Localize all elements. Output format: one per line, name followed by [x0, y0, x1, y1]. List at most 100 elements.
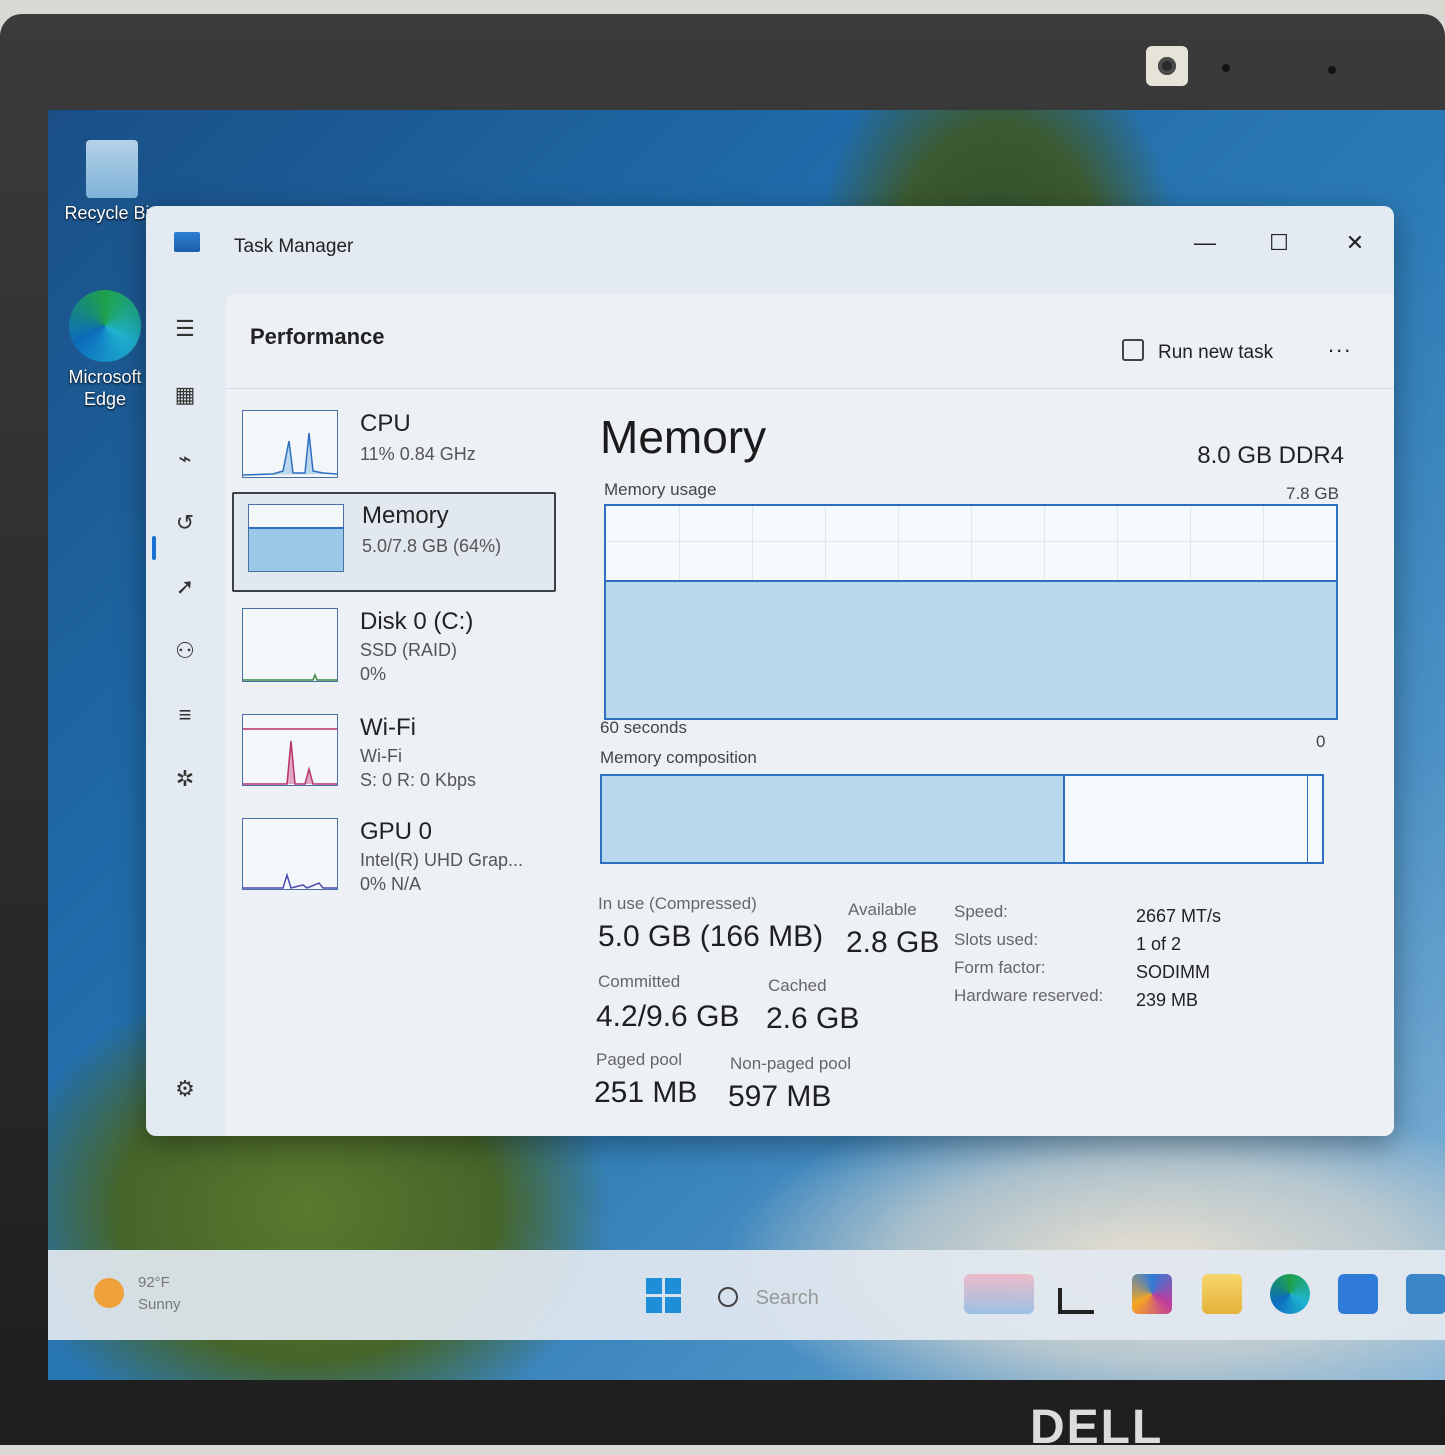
store-icon[interactable] — [1338, 1274, 1378, 1314]
desktop-icon-edge[interactable]: Microsoft Edge — [60, 290, 150, 410]
services-icon[interactable]: ✲ — [172, 766, 198, 792]
speed-label: Speed: — [954, 902, 1008, 921]
task-manager-icon — [174, 232, 200, 252]
start-button[interactable] — [646, 1278, 682, 1314]
maximize-button[interactable]: ☐ — [1264, 230, 1294, 256]
close-button[interactable]: ✕ — [1340, 230, 1370, 256]
paged-pool-value: 251 MB — [594, 1076, 698, 1109]
run-new-task-button[interactable]: Run new task — [1122, 336, 1273, 364]
weather-desc: Sunny — [138, 1296, 181, 1313]
minimize-button[interactable]: — — [1190, 230, 1220, 256]
active-indicator — [152, 536, 156, 560]
memory-usage-graph — [604, 504, 1338, 720]
wifi-sparkline — [243, 728, 337, 785]
cached-label: Cached — [768, 976, 827, 995]
sidebar-item-cpu[interactable]: CPU 11% 0.84 GHz — [226, 402, 556, 502]
startup-apps-icon[interactable]: ➚ — [172, 574, 198, 600]
disk-sparkline — [243, 672, 337, 681]
weather-temp: 92°F — [138, 1274, 170, 1291]
memory-heading: Memory — [600, 411, 767, 463]
settings-icon[interactable]: ⚙ — [172, 1076, 198, 1102]
desktop-icon-label: Microsoft Edge — [68, 367, 142, 409]
gpu-thumbnail-graph — [242, 818, 338, 890]
cached-value: 2.6 GB — [766, 1002, 860, 1035]
in-use-value: 5.0 GB (166 MB) — [598, 920, 824, 953]
form-factor-label: Form factor: — [954, 958, 1046, 977]
hardware-reserved-label: Hardware reserved: — [954, 986, 1104, 1005]
taskbar: 92°F Sunny Search — [48, 1250, 1445, 1340]
app-history-icon[interactable]: ↺ — [172, 510, 198, 536]
memory-usage-fill — [606, 580, 1336, 718]
sidebar-item-memory[interactable]: Memory 5.0/7.8 GB (64%) — [232, 492, 556, 592]
graph-min-label: 0 — [1316, 732, 1326, 751]
divider — [226, 388, 1394, 389]
sensor-dot — [1222, 64, 1230, 72]
search-placeholder: Search — [755, 1287, 819, 1309]
task-manager-window: Task Manager — ☐ ✕ ☰ ▦ ⌁ ↺ ➚ ⚇ ≡ ✲ ⚙ Per… — [146, 206, 1394, 1136]
sidebar-item-label: Wi-Fi — [360, 714, 416, 741]
sidebar-item-detail: Intel(R) UHD Grap... — [360, 850, 524, 870]
hardware-reserved-value: 239 MB — [1136, 990, 1199, 1010]
non-paged-pool-label: Non-paged pool — [730, 1054, 851, 1073]
sidebar-item-label: Memory — [362, 502, 449, 529]
sidebar-item-detail-2: 0% — [360, 664, 387, 684]
cpu-thumbnail-graph — [242, 410, 338, 478]
form-factor-value: SODIMM — [1136, 962, 1210, 982]
file-explorer-icon[interactable] — [1202, 1274, 1242, 1314]
time-span-label: 60 seconds — [600, 718, 687, 737]
task-view-icon[interactable] — [964, 1274, 1034, 1314]
memory-spec: 8.0 GB DDR4 — [1197, 442, 1344, 469]
app-icon[interactable] — [1406, 1274, 1445, 1314]
page-title: Performance — [250, 324, 385, 349]
sun-icon — [94, 1278, 124, 1308]
sidebar-item-label: CPU — [360, 410, 411, 437]
edge-icon — [69, 290, 141, 362]
memory-usage-label: Memory usage — [604, 480, 717, 499]
nav-rail: ☰ ▦ ⌁ ↺ ➚ ⚇ ≡ ✲ ⚙ — [146, 296, 226, 1126]
wifi-thumbnail-graph — [242, 714, 338, 786]
sidebar-item-detail-2: S: 0 R: 0 Kbps — [360, 770, 477, 790]
window-title: Task Manager — [234, 236, 354, 257]
sidebar-item-detail: 5.0/7.8 GB (64%) — [362, 536, 502, 556]
widgets-icon[interactable] — [1058, 1288, 1094, 1314]
sidebar-item-detail-2: 0% N/A — [360, 874, 422, 894]
sidebar-item-label: Disk 0 (C:) — [360, 608, 474, 635]
webcam — [1146, 46, 1188, 86]
sensor-dot — [1328, 66, 1336, 74]
recycle-bin-icon — [86, 140, 138, 198]
sidebar-item-detail: 11% 0.84 GHz — [360, 444, 476, 464]
composition-free-segment — [1307, 776, 1322, 862]
committed-value: 4.2/9.6 GB — [596, 1000, 740, 1033]
users-icon[interactable]: ⚇ — [172, 638, 198, 664]
memory-thumbnail-graph — [248, 504, 344, 572]
windows-logo-icon — [646, 1278, 662, 1294]
sidebar-item-gpu[interactable]: GPU 0 Intel(R) UHD Grap... 0% N/A — [226, 810, 556, 910]
cpu-sparkline — [243, 432, 337, 476]
paged-pool-label: Paged pool — [596, 1050, 683, 1069]
performance-pane: Performance Run new task ... CPU 11% 0.8… — [226, 294, 1394, 1136]
performance-icon[interactable]: ⌁ — [172, 446, 198, 472]
m365-app-icon[interactable] — [1132, 1274, 1172, 1314]
available-label: Available — [848, 900, 917, 919]
disk-thumbnail-graph — [242, 608, 338, 682]
slots-used-value: 1 of 2 — [1136, 934, 1182, 954]
memory-usage-max: 7.8 GB — [1286, 484, 1339, 503]
edge-taskbar-icon[interactable] — [1270, 1274, 1310, 1314]
more-options-button[interactable]: ... — [1328, 332, 1352, 358]
dell-logo: DELL — [1030, 1401, 1164, 1454]
hamburger-menu-icon[interactable]: ☰ — [172, 316, 198, 342]
details-icon[interactable]: ≡ — [172, 702, 198, 728]
composition-in-use-segment — [602, 776, 1065, 862]
search-icon — [718, 1287, 738, 1307]
non-paged-pool-value: 597 MB — [728, 1080, 832, 1113]
run-new-task-label: Run new task — [1158, 342, 1274, 363]
sidebar-item-disk[interactable]: Disk 0 (C:) SSD (RAID) 0% — [226, 600, 556, 700]
in-use-label: In use (Compressed) — [598, 894, 757, 913]
processes-icon[interactable]: ▦ — [172, 382, 198, 408]
sidebar-item-detail: SSD (RAID) — [360, 640, 458, 660]
memory-thumb-fill — [249, 526, 343, 571]
memory-composition-bar — [600, 774, 1324, 864]
sidebar-item-wifi[interactable]: Wi-Fi Wi-Fi S: 0 R: 0 Kbps — [226, 706, 556, 806]
taskbar-search[interactable]: Search — [718, 1284, 819, 1310]
speed-value: 2667 MT/s — [1136, 906, 1222, 926]
